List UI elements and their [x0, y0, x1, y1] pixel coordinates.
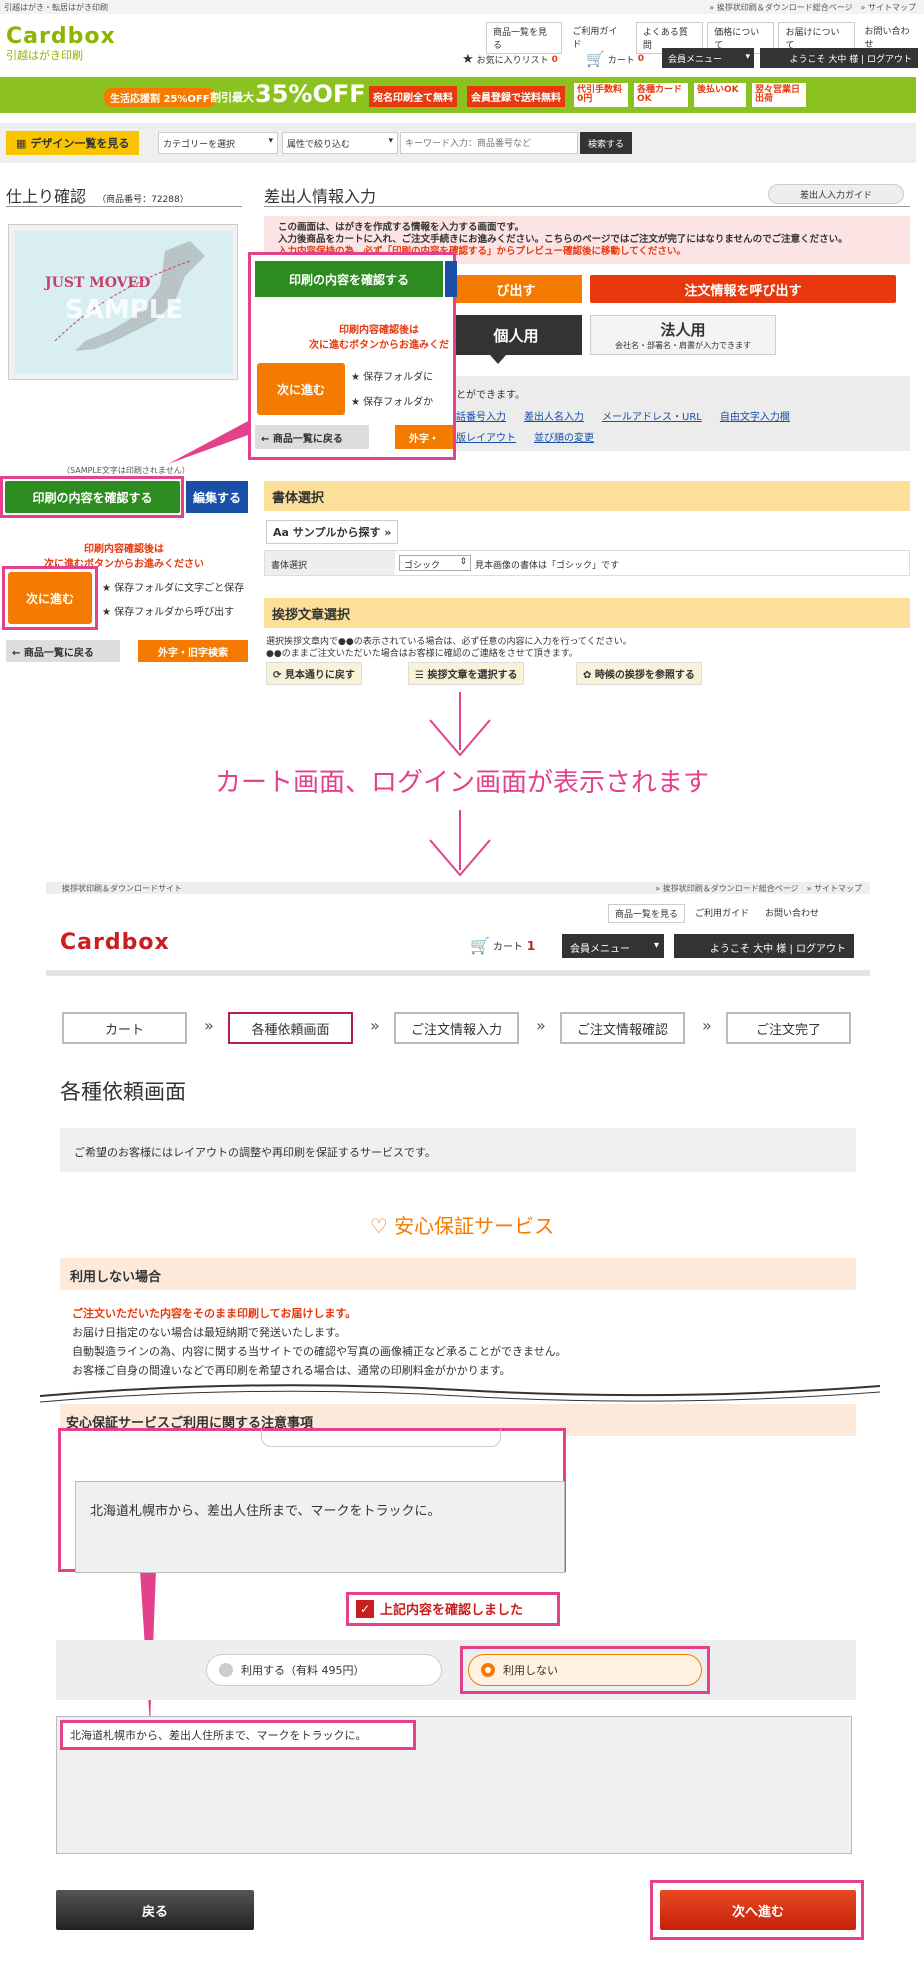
cart-welcome-text: ようこそ 大中 様 [709, 944, 787, 955]
cart-logo[interactable]: Cardbox [60, 930, 170, 955]
cart-cart-count: 1 [526, 938, 536, 953]
option-use-label: 利用する（有料 495円） [241, 1664, 365, 1677]
back-button[interactable]: 戻る [56, 1890, 254, 1930]
cart-header-rule [46, 970, 870, 976]
chevron-down-icon: ▾ [653, 940, 659, 951]
zoom-load-folder[interactable]: ★ 保存フォルダか [351, 393, 433, 408]
step-order-input: ご注文情報入力 [394, 1012, 519, 1044]
step-sep-2: » [370, 1016, 380, 1035]
step-sep-1: » [204, 1016, 214, 1035]
requests-page-title: 各種依頼画面 [60, 1080, 186, 1104]
cart-header-links: 商品一覧を見る ご利用ガイド お問い合わせ [608, 904, 826, 923]
transition-caption: カート画面、ログイン画面が表示されます [214, 768, 709, 798]
confirm-checkbox-label: 上記内容を確認しました [380, 1603, 524, 1618]
service-title: ♡ 安心保証サービス [0, 1210, 924, 1239]
zoom-back-label: 商品一覧に戻る [272, 434, 343, 445]
zoom-warn-2: 次に進むボタンからお進みくだ [309, 340, 449, 351]
option-no-use[interactable]: 利用しない [468, 1654, 702, 1686]
zoom-callout: 印刷の内容を確認する 印刷内容確認後は 次に進むボタンからお進みくだ 次に進む … [248, 252, 457, 460]
cart-link-contact[interactable]: お問い合わせ [759, 904, 826, 923]
radio-unchecked-icon [219, 1663, 233, 1677]
zoom-pill-fragment [261, 1429, 501, 1447]
checkbox-checked-icon: ✓ [356, 1599, 374, 1618]
service-title-text: 安心保証サービス [394, 1214, 555, 1238]
zoom-warn-1: 印刷内容確認後は [339, 325, 419, 336]
no-use-line-1: お届け日指定のない場合は最短納期で発送いたします。 [72, 1326, 346, 1339]
cart-cart-link[interactable]: 🛒 カート 1 [470, 936, 535, 955]
zoom-confirm-button[interactable]: 印刷の内容を確認する [255, 261, 443, 297]
option-use[interactable]: 利用する（有料 495円） [206, 1654, 442, 1686]
cart-welcome-bar: ようこそ 大中 様 | ログアウト [674, 934, 854, 958]
cart-logout-link[interactable]: ログアウト [796, 944, 846, 955]
cart-cart-label: カート [492, 942, 523, 953]
cart-top-strip: 挨拶状印刷＆ダウンロードサイト » 挨拶状印刷＆ダウンロード総合ページ » サイ… [46, 882, 870, 894]
cart-link-products[interactable]: 商品一覧を見る [608, 904, 686, 923]
cart-top-left: 挨拶状印刷＆ダウンロードサイト [62, 884, 182, 893]
cart-top-right[interactable]: » 挨拶状印刷＆ダウンロード総合ページ » サイトマップ [655, 883, 862, 894]
option-panel: 利用する（有料 495円） 利用しない [56, 1640, 856, 1700]
zoom-load-label: 保存フォルダか [363, 397, 434, 408]
heart-icon: ♡ [369, 1214, 388, 1238]
step-sep-4: » [702, 1016, 712, 1035]
cart-link-guide[interactable]: ご利用ガイド [689, 904, 756, 923]
step-sep-3: » [536, 1016, 546, 1035]
zoom-edit-button-edge [445, 261, 457, 297]
textarea-zoom-callout: 北海道札幌市から、差出人住所まで、マークをトラックに。 [58, 1428, 566, 1573]
zoom-save-folder[interactable]: ★ 保存フォルダに [351, 368, 433, 383]
service-description: ご希望のお客様にはレイアウトの調整や再印刷を保証するサービスです。 [60, 1128, 856, 1172]
arrow-left-icon: ← [261, 434, 270, 445]
zoom-request-textarea: 北海道札幌市から、差出人住所まで、マークをトラックに。 [75, 1481, 565, 1573]
request-text: 北海道札幌市から、差出人住所まで、マークをトラックに。 [70, 1729, 367, 1742]
option-no-use-label: 利用しない [503, 1664, 558, 1677]
cart-member-label: 会員メニュー [570, 944, 630, 955]
step-requests: 各種依頼画面 [228, 1012, 353, 1044]
zoom-back-button[interactable]: ← 商品一覧に戻る [255, 425, 369, 449]
step-complete: ご注文完了 [726, 1012, 851, 1044]
no-use-red: ご注文いただいた内容をそのまま印刷してお届けします。 [72, 1307, 357, 1320]
zoom-gaiji-button[interactable]: 外字・ [395, 425, 453, 449]
cart-member-menu[interactable]: 会員メニュー ▾ [562, 934, 664, 958]
no-use-header: 利用しない場合 [60, 1258, 856, 1290]
no-use-line-2: 自動製造ラインの為、内容に関する当サイトでの確認や写真の画像補正など承ることがで… [72, 1345, 567, 1358]
zoom-save-label: 保存フォルダに [363, 372, 434, 383]
zoom-warning: 印刷内容確認後は 次に進むボタンからお進みくだ [301, 321, 457, 351]
no-use-details: ご注文いただいた内容をそのまま印刷してお届けします。 お届け日指定のない場合は最… [72, 1304, 567, 1380]
step-cart: カート [62, 1012, 187, 1044]
confirm-checkbox[interactable]: ✓ 上記内容を確認しました [356, 1599, 523, 1618]
cart-icon: 🛒 [470, 936, 490, 955]
step-order-confirm: ご注文情報確認 [560, 1012, 685, 1044]
zoom-next-button[interactable]: 次に進む [257, 363, 345, 415]
radio-checked-icon [481, 1663, 495, 1677]
next-step-button[interactable]: 次へ進む [660, 1890, 856, 1930]
